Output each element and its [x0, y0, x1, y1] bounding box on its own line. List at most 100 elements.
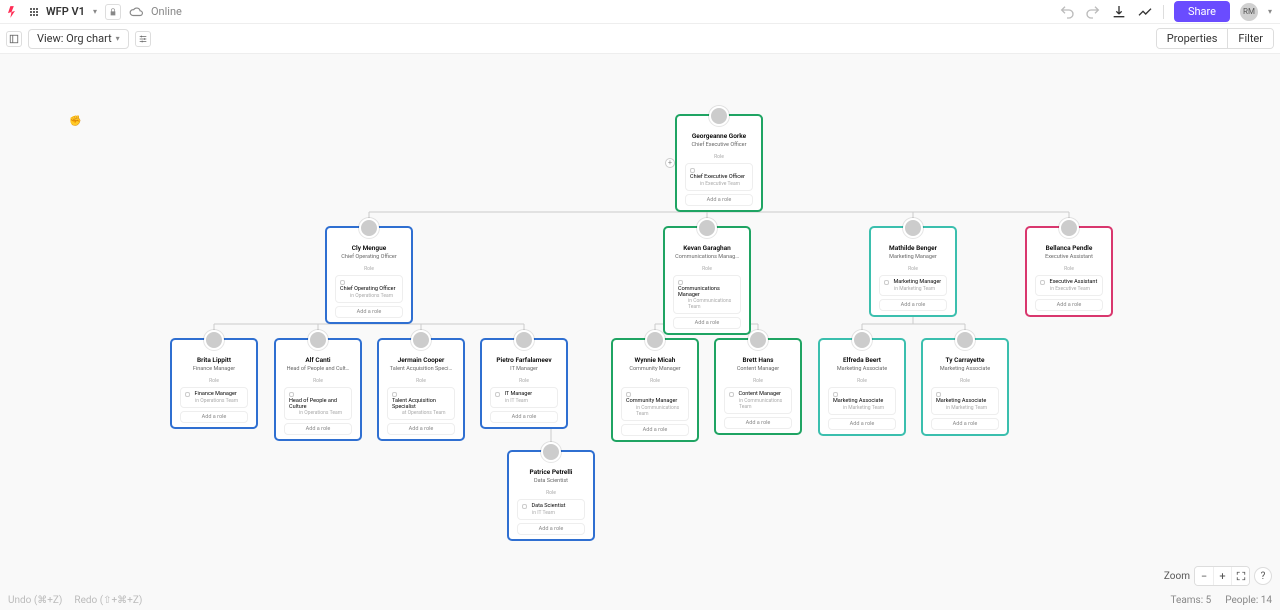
filter-tab[interactable]: Filter: [1227, 29, 1273, 48]
role-section-label: Role: [720, 378, 796, 384]
role-pill[interactable]: Talent Acquisition Specialist at Operati…: [387, 387, 455, 420]
share-button[interactable]: Share: [1174, 1, 1230, 22]
person-name: Alf Canti: [280, 356, 356, 364]
add-role-button[interactable]: Add a role: [517, 523, 585, 535]
role-team: in IT Team: [505, 398, 553, 404]
person-card-data-scientist[interactable]: Patrice Petrelli Data Scientist Role Dat…: [507, 450, 595, 541]
add-role-button[interactable]: Add a role: [685, 194, 753, 206]
add-role-button[interactable]: Add a role: [724, 417, 792, 429]
avatar: [645, 330, 665, 350]
person-title: Talent Acquisition Speci…: [383, 366, 459, 372]
role-pill[interactable]: Marketing Manager in Marketing Team: [879, 275, 947, 296]
role-pill[interactable]: Chief Executive Officer in Executive Tea…: [685, 163, 753, 191]
person-card-finance[interactable]: Brita Lippitt Finance Manager Role Finan…: [170, 338, 258, 429]
role-team: in Operations Team: [299, 410, 347, 416]
add-role-button[interactable]: Add a role: [490, 411, 558, 423]
role-pill[interactable]: Finance Manager in Operations Team: [180, 387, 248, 408]
role-pill[interactable]: Community Manager in Communications Team: [621, 387, 689, 421]
role-section-label: Role: [176, 378, 252, 384]
person-card-mkt-mgr[interactable]: Mathilde Benger Marketing Manager Role M…: [869, 226, 957, 317]
role-pill[interactable]: Communications Manager in Communications…: [673, 275, 741, 314]
zoom-fit-button[interactable]: [1231, 567, 1249, 585]
role-pill[interactable]: Content Manager in Communications Team: [724, 387, 792, 414]
add-role-button[interactable]: Add a role: [621, 424, 689, 436]
person-name: Cly Mengue: [331, 244, 407, 252]
add-role-button[interactable]: Add a role: [387, 423, 455, 435]
role-checkbox-icon: [289, 392, 294, 397]
teams-count: Teams: 5: [1171, 595, 1212, 606]
add-role-button[interactable]: Add a role: [931, 418, 999, 430]
person-title: IT Manager: [486, 366, 562, 372]
lock-button[interactable]: [105, 4, 121, 20]
person-name: Ty Carrayette: [927, 356, 1003, 364]
person-card-coo[interactable]: Cly Mengue Chief Operating Officer Role …: [325, 226, 413, 324]
person-card-ceo[interactable]: + Georgeanne Gorke Chief Executive Offic…: [675, 114, 763, 212]
person-card-hr[interactable]: Alf Canti Head of People and Cult… Role …: [274, 338, 362, 441]
person-card-mkt-assoc-1[interactable]: Elfreda Beert Marketing Associate Role M…: [818, 338, 906, 436]
person-card-exec-asst[interactable]: Bellanca Pendle Executive Assistant Role…: [1025, 226, 1113, 317]
role-pill[interactable]: Head of People and Culture in Operations…: [284, 387, 352, 420]
person-title: Chief Executive Officer: [681, 142, 757, 148]
document-title[interactable]: WFP V1: [46, 5, 85, 18]
title-chevron-icon[interactable]: ▾: [93, 7, 97, 16]
person-card-mkt-assoc-2[interactable]: Ty Carrayette Marketing Associate Role M…: [921, 338, 1009, 436]
user-menu-chevron-icon[interactable]: ▾: [1268, 7, 1272, 16]
person-title: Marketing Manager: [875, 254, 951, 260]
person-card-talent[interactable]: Jermain Cooper Talent Acquisition Speci……: [377, 338, 465, 441]
person-name: Jermain Cooper: [383, 356, 459, 364]
view-selector[interactable]: View: Org chart ▾: [28, 29, 129, 49]
add-role-button[interactable]: Add a role: [673, 317, 741, 329]
present-icon[interactable]: [1137, 4, 1153, 20]
role-name: Chief Executive Officer: [690, 174, 745, 180]
person-card-content[interactable]: Brett Hans Content Manager Role Content …: [714, 338, 802, 435]
avatar: [541, 442, 561, 462]
redo-hint: Redo (⇧+⌘+Z): [74, 595, 142, 606]
role-pill[interactable]: Executive Assistant in Executive Team: [1035, 275, 1103, 296]
help-button[interactable]: ?: [1254, 567, 1272, 585]
properties-tab[interactable]: Properties: [1157, 29, 1228, 48]
role-name: Finance Manager: [195, 391, 237, 397]
role-checkbox-icon: [185, 392, 190, 397]
zoom-in-button[interactable]: +: [1213, 567, 1231, 585]
role-section-label: Role: [513, 490, 589, 496]
add-role-button[interactable]: Add a role: [180, 411, 248, 423]
undo-icon[interactable]: [1059, 4, 1075, 20]
role-pill[interactable]: Marketing Associate in Marketing Team: [828, 387, 896, 415]
person-card-comm-mgr[interactable]: Kevan Garaghan Communications Manag… Rol…: [663, 226, 751, 335]
user-avatar[interactable]: RM: [1240, 3, 1258, 21]
person-title: Finance Manager: [176, 366, 252, 372]
zoom-label: Zoom: [1164, 571, 1190, 582]
fullscreen-icon: [1236, 571, 1246, 581]
add-sibling-button[interactable]: +: [665, 158, 675, 168]
role-team: in Marketing Team: [843, 405, 891, 411]
add-role-button[interactable]: Add a role: [335, 306, 403, 318]
avatar: [852, 330, 872, 350]
person-card-it[interactable]: Pietro Farfalameev IT Manager Role IT Ma…: [480, 338, 568, 429]
add-role-button[interactable]: Add a role: [284, 423, 352, 435]
add-role-button[interactable]: Add a role: [828, 418, 896, 430]
apps-menu-icon[interactable]: [30, 8, 38, 16]
person-name: Patrice Petrelli: [513, 468, 589, 476]
add-role-button[interactable]: Add a role: [879, 299, 947, 311]
redo-icon[interactable]: [1085, 4, 1101, 20]
sliders-icon: [138, 34, 148, 44]
role-checkbox-icon: [340, 280, 345, 285]
role-section-label: Role: [875, 266, 951, 272]
role-pill[interactable]: Data Scientist in IT Team: [517, 499, 585, 520]
role-pill[interactable]: Chief Operating Officer in Operations Te…: [335, 275, 403, 303]
avatar: [697, 218, 717, 238]
role-pill[interactable]: Marketing Associate in Marketing Team: [931, 387, 999, 415]
add-role-button[interactable]: Add a role: [1035, 299, 1103, 311]
person-card-community[interactable]: Wynnie Micah Community Manager Role Comm…: [611, 338, 699, 442]
toggle-sidebar-button[interactable]: [6, 31, 22, 47]
role-section-label: Role: [617, 378, 693, 384]
zoom-out-button[interactable]: −: [1195, 567, 1213, 585]
role-team: in Executive Team: [1050, 286, 1098, 292]
view-settings-button[interactable]: [135, 31, 151, 47]
person-title: Community Manager: [617, 366, 693, 372]
download-icon[interactable]: [1111, 4, 1127, 20]
org-chart-canvas[interactable]: ✊: [0, 54, 1280, 590]
chevron-down-icon: ▾: [116, 34, 120, 43]
role-pill[interactable]: IT Manager in IT Team: [490, 387, 558, 408]
role-section-label: Role: [331, 266, 407, 272]
